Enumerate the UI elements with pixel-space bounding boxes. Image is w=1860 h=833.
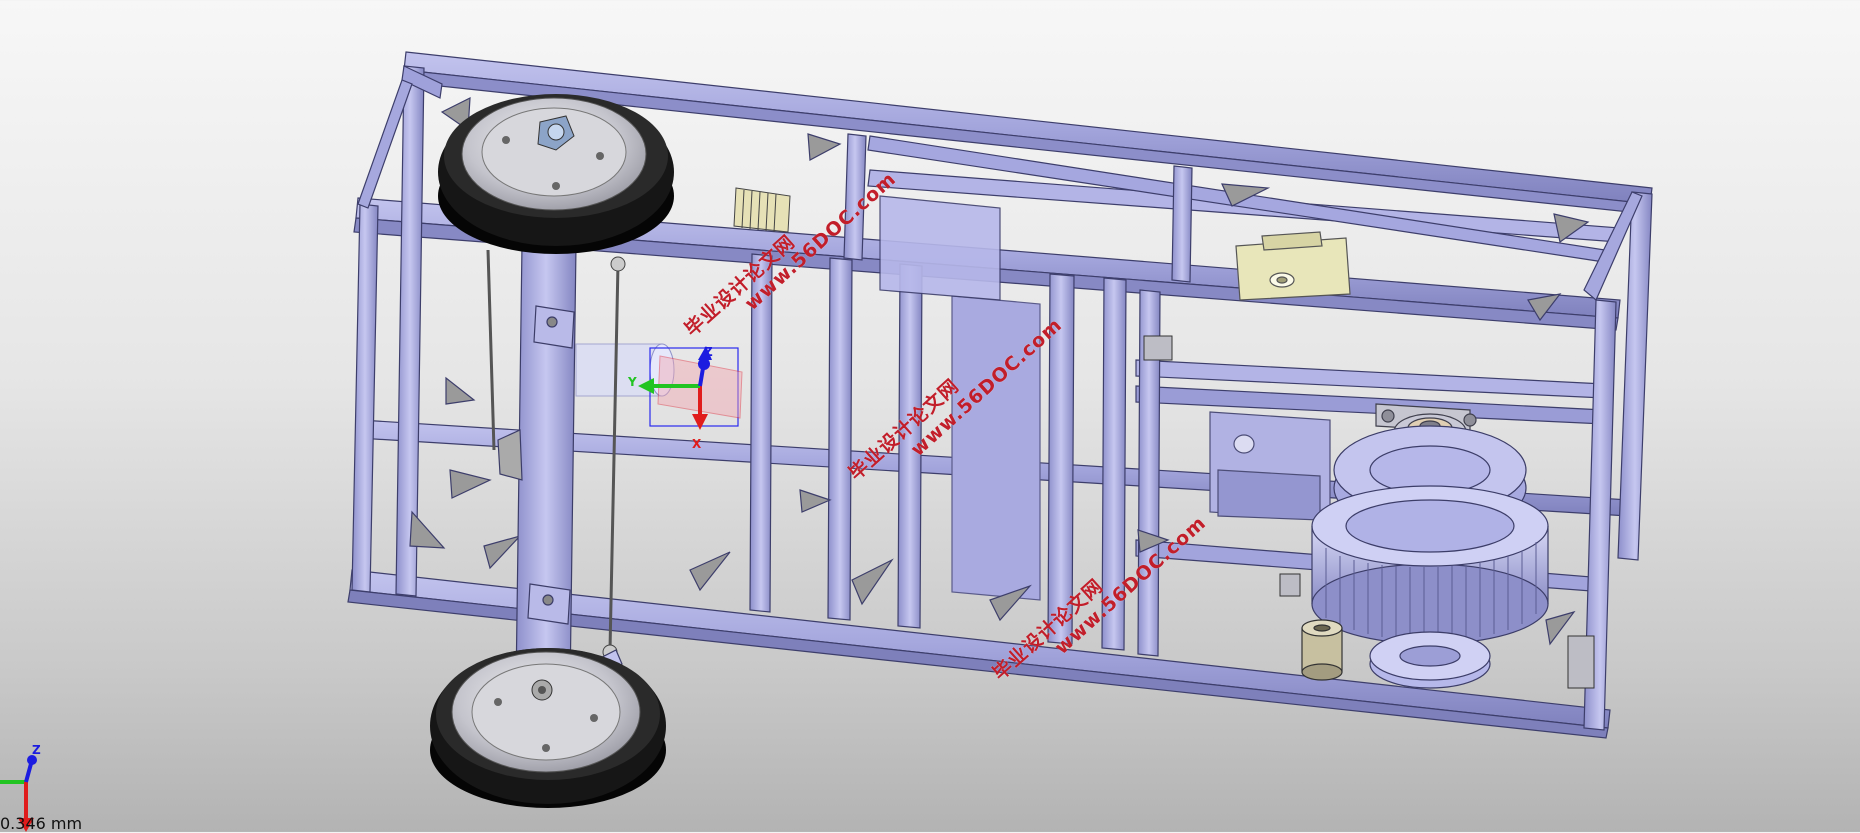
gizmo-x-label: X (692, 437, 702, 451)
corner-bracket (689, 551, 731, 592)
front-wheel-bottom[interactable] (430, 648, 666, 808)
cad-3d-viewport[interactable]: X Y Z Z 毕业设计论文网 www.56DOC.com 毕业设计论文网 ww… (0, 0, 1860, 833)
front-axle-column[interactable] (497, 243, 623, 701)
gizmo-z-label: Z (704, 345, 713, 359)
frame-post-left-back (395, 65, 425, 597)
triad-z-label: Z (32, 743, 41, 757)
stepper-motor[interactable] (1235, 231, 1351, 301)
corner-bracket (449, 469, 492, 499)
frame-post-left-front (351, 203, 379, 593)
corner-bracket (483, 534, 522, 570)
scale-bar-label: 0.346 mm (0, 814, 83, 833)
front-wheel-top[interactable] (438, 94, 674, 254)
gizmo-y-label: Y (627, 375, 637, 389)
corner-bracket (409, 510, 446, 549)
frame-post (827, 257, 853, 621)
frame-post (1171, 165, 1193, 283)
corner-bracket (851, 558, 894, 606)
corner-bracket (799, 489, 832, 513)
drive-gear[interactable] (1311, 425, 1549, 689)
idler-pulley[interactable] (1301, 619, 1343, 681)
frame-post-right-back (1617, 191, 1653, 561)
heat-sink[interactable] (733, 187, 791, 233)
drive-motor[interactable] (1209, 411, 1331, 521)
corner-bracket (445, 376, 476, 405)
corner-bracket (807, 133, 842, 161)
